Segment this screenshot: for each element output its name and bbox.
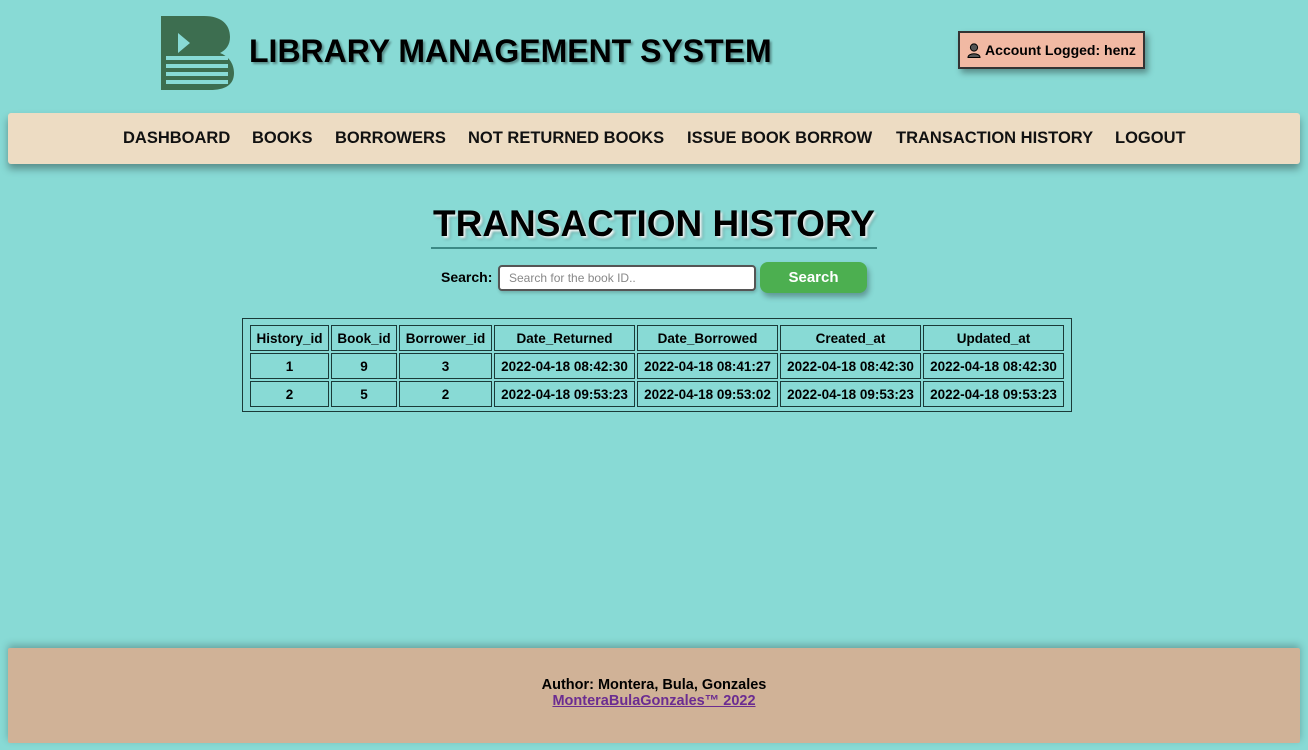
cell-history-id: 2	[250, 381, 329, 407]
user-icon	[967, 42, 981, 58]
nav-borrowers[interactable]: BORROWERS	[335, 129, 446, 148]
account-badge: Account Logged: henz	[958, 31, 1145, 69]
nav-logout[interactable]: LOGOUT	[1115, 129, 1186, 148]
page-heading-wrap: TRANSACTION HISTORY	[0, 203, 1308, 249]
transaction-table-container: History_id Book_id Borrower_id Date_Retu…	[242, 318, 1072, 412]
nav-not-returned-books[interactable]: NOT RETURNED BOOKS	[468, 129, 664, 148]
footer-author: Author: Montera, Bula, Gonzales	[541, 677, 767, 693]
column-header-date-returned: Date_Returned	[494, 325, 635, 351]
table-header-row: History_id Book_id Borrower_id Date_Retu…	[250, 325, 1064, 351]
nav-issue-book-borrow[interactable]: ISSUE BOOK BORROW	[687, 129, 872, 148]
cell-date-borrowed: 2022-04-18 09:53:02	[637, 381, 778, 407]
column-header-borrower-id: Borrower_id	[399, 325, 492, 351]
cell-book-id: 9	[331, 353, 397, 379]
cell-history-id: 1	[250, 353, 329, 379]
main-navbar: DASHBOARD BOOKS BORROWERS NOT RETURNED B…	[8, 113, 1300, 164]
cell-borrower-id: 2	[399, 381, 492, 407]
nav-dashboard[interactable]: DASHBOARD	[123, 129, 230, 148]
footer-copyright-link[interactable]: MonteraBulaGonzales™ 2022	[8, 693, 1300, 709]
search-button[interactable]: Search	[760, 262, 867, 293]
transaction-history-table: History_id Book_id Borrower_id Date_Retu…	[248, 323, 1066, 409]
cell-book-id: 5	[331, 381, 397, 407]
cell-borrower-id: 3	[399, 353, 492, 379]
book-logo-icon	[160, 15, 236, 91]
cell-date-returned: 2022-04-18 08:42:30	[494, 353, 635, 379]
footer: Author: Montera, Bula, Gonzales MonteraB…	[8, 648, 1300, 743]
column-header-created-at: Created_at	[780, 325, 921, 351]
table-row: 1 9 3 2022-04-18 08:42:30 2022-04-18 08:…	[250, 353, 1064, 379]
column-header-updated-at: Updated_at	[923, 325, 1064, 351]
column-header-history-id: History_id	[250, 325, 329, 351]
app-title: LIBRARY MANAGEMENT SYSTEM	[249, 33, 772, 69]
table-row: 2 5 2 2022-04-18 09:53:23 2022-04-18 09:…	[250, 381, 1064, 407]
account-label: Account Logged: henz	[985, 42, 1136, 58]
nav-transaction-history[interactable]: TRANSACTION HISTORY	[896, 129, 1093, 148]
search-label: Search:	[441, 269, 493, 285]
cell-updated-at: 2022-04-18 09:53:23	[923, 381, 1064, 407]
column-header-book-id: Book_id	[331, 325, 397, 351]
page-title: TRANSACTION HISTORY	[431, 203, 877, 249]
cell-created-at: 2022-04-18 09:53:23	[780, 381, 921, 407]
cell-date-returned: 2022-04-18 09:53:23	[494, 381, 635, 407]
cell-created-at: 2022-04-18 08:42:30	[780, 353, 921, 379]
cell-updated-at: 2022-04-18 08:42:30	[923, 353, 1064, 379]
search-input[interactable]	[498, 265, 756, 291]
nav-books[interactable]: BOOKS	[252, 129, 313, 148]
column-header-date-borrowed: Date_Borrowed	[637, 325, 778, 351]
cell-date-borrowed: 2022-04-18 08:41:27	[637, 353, 778, 379]
